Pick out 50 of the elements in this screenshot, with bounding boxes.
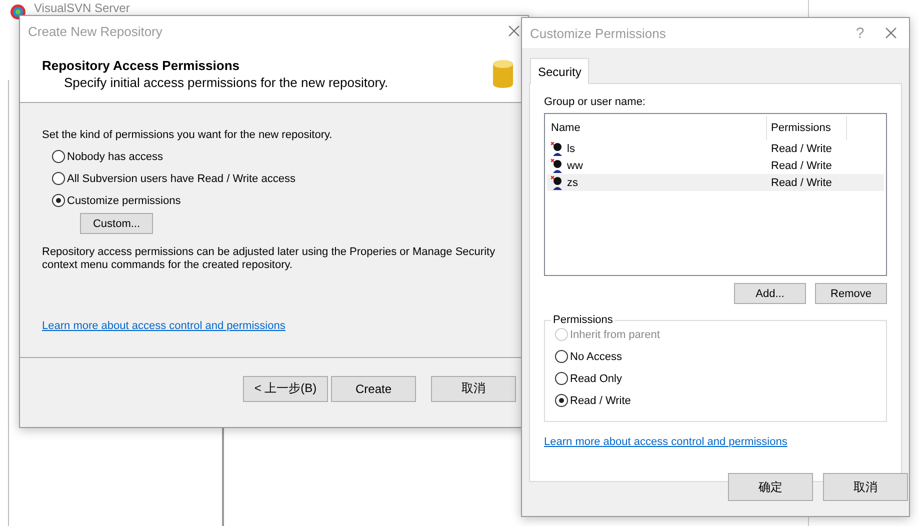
- radio-label: Read Only: [570, 372, 622, 384]
- user-row[interactable]: ww Read / Write: [547, 157, 884, 174]
- close-icon[interactable]: [885, 27, 897, 39]
- radio-button[interactable]: [555, 394, 568, 407]
- user-row[interactable]: ls Read / Write: [547, 140, 884, 157]
- column-header[interactable]: Name: [547, 116, 767, 140]
- user-icon: [551, 142, 563, 156]
- dialog-button[interactable]: 取消: [823, 473, 908, 501]
- window-title: VisualSVN Server: [34, 1, 130, 15]
- permission-cell-text: Read / Write: [770, 176, 833, 188]
- radio-label: Nobody has access: [67, 150, 163, 162]
- page-heading: Repository Access Permissions: [42, 58, 240, 73]
- dialog-title: Create New Repository: [28, 24, 164, 38]
- permission-cell-text: Read / Write: [770, 142, 833, 154]
- help-link[interactable]: Learn more about access control and permissions: [544, 436, 788, 448]
- user-row[interactable]: zs Read / Write: [547, 174, 884, 191]
- database-icon: [492, 59, 514, 89]
- prompt-text: Set the kind of permissions you want for the new repository.: [42, 129, 334, 142]
- wizard-button[interactable]: < 上一步(B): [243, 376, 328, 402]
- user-icon: [551, 176, 563, 190]
- radio-label: Inherit from parent: [570, 328, 660, 340]
- group-title: Permissions: [552, 314, 614, 326]
- wizard-button[interactable]: 取消: [431, 376, 516, 402]
- help-link[interactable]: Learn more about access control and permissions: [42, 320, 286, 332]
- close-icon[interactable]: [508, 25, 520, 37]
- radio-label: Customize permissions: [67, 194, 181, 206]
- dialog-button[interactable]: 确定: [728, 473, 813, 501]
- user-name: ls: [567, 142, 575, 154]
- dialog-title: Customize Permissions: [530, 26, 667, 40]
- user-icon: [551, 158, 563, 172]
- custom-button[interactable]: Custom...: [80, 213, 153, 234]
- tab[interactable]: Security: [530, 58, 590, 84]
- radio-label: Read / Write: [570, 394, 631, 406]
- radio-button[interactable]: [555, 372, 568, 385]
- list-label: Group or user name:: [544, 96, 646, 109]
- permission-cell-text: Read / Write: [770, 160, 833, 172]
- radio-button[interactable]: [555, 350, 568, 363]
- list-button[interactable]: Add...: [734, 283, 806, 304]
- note-text: Repository access permissions can be adjusted later using the Properies or Manage Security context menu commands for the created repository.: [42, 246, 496, 272]
- radio-label: All Subversion users have Read / Write access: [67, 172, 296, 184]
- radio-button[interactable]: [52, 172, 65, 185]
- wizard-button[interactable]: Create: [331, 376, 416, 402]
- radio-label: No Access: [570, 350, 622, 362]
- user-name: ww: [567, 160, 583, 172]
- radio-button[interactable]: [52, 150, 65, 163]
- list-button[interactable]: Remove: [815, 283, 887, 304]
- user-name: zs: [567, 176, 578, 188]
- page-subheading: Specify initial access permissions for the new repository.: [63, 75, 390, 90]
- radio-button[interactable]: [52, 194, 65, 207]
- column-header[interactable]: Permissions: [767, 116, 847, 140]
